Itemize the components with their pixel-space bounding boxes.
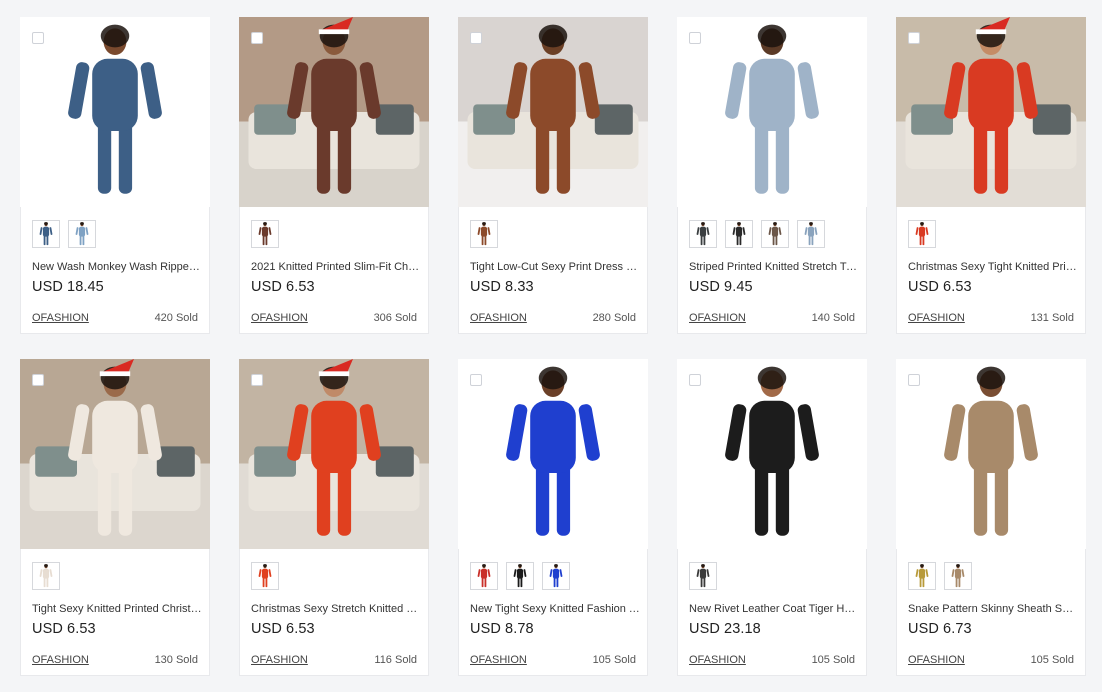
product-title[interactable]: New Rivet Leather Coat Tiger Hoodie Jack… bbox=[689, 603, 859, 615]
sold-count: 280 Sold bbox=[592, 312, 636, 324]
product-title[interactable]: 2021 Knitted Printed Slim-Fit Christmas … bbox=[251, 261, 421, 273]
product-title[interactable]: New Tight Sexy Knitted Fashion Two Piece… bbox=[470, 603, 640, 615]
product-title[interactable]: Striped Printed Knitted Stretch Two Piec… bbox=[689, 261, 859, 273]
product-image[interactable] bbox=[458, 359, 648, 549]
select-checkbox[interactable] bbox=[689, 374, 701, 386]
select-checkbox[interactable] bbox=[689, 32, 701, 44]
variant-thumbnail[interactable] bbox=[689, 562, 717, 590]
product-price: USD 6.53 bbox=[251, 621, 315, 637]
variant-thumbnails bbox=[251, 562, 279, 590]
product-card[interactable]: Tight Low-Cut Sexy Print Dress Bodycon U… bbox=[458, 17, 648, 334]
product-price: USD 23.18 bbox=[689, 621, 761, 637]
select-checkbox[interactable] bbox=[32, 374, 44, 386]
product-price: USD 6.53 bbox=[32, 621, 96, 637]
select-checkbox[interactable] bbox=[32, 32, 44, 44]
variant-thumbnail[interactable] bbox=[506, 562, 534, 590]
variant-thumbnail[interactable] bbox=[470, 562, 498, 590]
shop-link[interactable]: OFASHION bbox=[32, 312, 89, 324]
variant-thumbnail[interactable] bbox=[68, 220, 96, 248]
variant-thumbnail[interactable] bbox=[251, 562, 279, 590]
product-title[interactable]: Christmas Sexy Tight Knitted Printed Jum… bbox=[908, 261, 1078, 273]
product-image[interactable] bbox=[896, 359, 1086, 549]
select-checkbox[interactable] bbox=[470, 374, 482, 386]
shop-link[interactable]: OFASHION bbox=[689, 312, 746, 324]
product-image[interactable] bbox=[677, 17, 867, 207]
variant-thumbnail[interactable] bbox=[689, 220, 717, 248]
variant-thumbnail[interactable] bbox=[908, 562, 936, 590]
variant-thumbnails bbox=[251, 220, 279, 248]
shop-link[interactable]: OFASHION bbox=[32, 654, 89, 666]
product-title[interactable]: New Wash Monkey Wash Ripped Jumpsuit bbox=[32, 261, 202, 273]
variant-thumbnail[interactable] bbox=[470, 220, 498, 248]
variant-thumbnails bbox=[470, 220, 498, 248]
product-title[interactable]: Tight Low-Cut Sexy Print Dress Bodycon bbox=[470, 261, 640, 273]
product-card[interactable]: Christmas Sexy Tight Knitted Printed Jum… bbox=[896, 17, 1086, 334]
product-title[interactable]: Christmas Sexy Stretch Knitted Printed R… bbox=[251, 603, 421, 615]
product-card[interactable]: Christmas Sexy Stretch Knitted Printed R… bbox=[239, 359, 429, 676]
sold-count: 116 Sold bbox=[374, 654, 417, 666]
variant-thumbnail[interactable] bbox=[761, 220, 789, 248]
variant-thumbnails bbox=[32, 562, 60, 590]
variant-thumbnails bbox=[470, 562, 570, 590]
shop-link[interactable]: OFASHION bbox=[470, 654, 527, 666]
shop-link[interactable]: OFASHION bbox=[251, 654, 308, 666]
product-price: USD 6.73 bbox=[908, 621, 972, 637]
sold-count: 131 Sold bbox=[1030, 312, 1074, 324]
shop-link[interactable]: OFASHION bbox=[908, 312, 965, 324]
product-image[interactable] bbox=[20, 359, 210, 549]
variant-thumbnail[interactable] bbox=[725, 220, 753, 248]
product-grid: New Wash Monkey Wash Ripped Jumpsuit USD… bbox=[20, 17, 1086, 676]
product-image[interactable] bbox=[20, 17, 210, 207]
select-checkbox[interactable] bbox=[908, 32, 920, 44]
variant-thumbnail[interactable] bbox=[32, 220, 60, 248]
sold-count: 306 Sold bbox=[373, 312, 417, 324]
product-title[interactable]: Snake Pattern Skinny Sheath Sexy Dress bbox=[908, 603, 1078, 615]
variant-thumbnail[interactable] bbox=[542, 562, 570, 590]
sold-count: 130 Sold bbox=[154, 654, 198, 666]
variant-thumbnail[interactable] bbox=[251, 220, 279, 248]
variant-thumbnails bbox=[32, 220, 96, 248]
variant-thumbnails bbox=[689, 562, 717, 590]
product-card[interactable]: Tight Sexy Knitted Printed Christmas Jum… bbox=[20, 359, 210, 676]
shop-link[interactable]: OFASHION bbox=[689, 654, 746, 666]
product-image[interactable] bbox=[239, 17, 429, 207]
product-price: USD 8.78 bbox=[470, 621, 534, 637]
shop-link[interactable]: OFASHION bbox=[251, 312, 308, 324]
select-checkbox[interactable] bbox=[908, 374, 920, 386]
product-image[interactable] bbox=[677, 359, 867, 549]
product-price: USD 6.53 bbox=[908, 279, 972, 295]
variant-thumbnails bbox=[908, 220, 936, 248]
shop-link[interactable]: OFASHION bbox=[908, 654, 965, 666]
sold-count: 420 Sold bbox=[154, 312, 198, 324]
sold-count: 140 Sold bbox=[811, 312, 855, 324]
product-price: USD 18.45 bbox=[32, 279, 104, 295]
product-price: USD 9.45 bbox=[689, 279, 753, 295]
product-price: USD 6.53 bbox=[251, 279, 315, 295]
variant-thumbnail[interactable] bbox=[908, 220, 936, 248]
product-image[interactable] bbox=[239, 359, 429, 549]
product-card[interactable]: Snake Pattern Skinny Sheath Sexy Dress U… bbox=[896, 359, 1086, 676]
product-card[interactable]: 2021 Knitted Printed Slim-Fit Christmas … bbox=[239, 17, 429, 334]
select-checkbox[interactable] bbox=[251, 374, 263, 386]
variant-thumbnail[interactable] bbox=[944, 562, 972, 590]
shop-link[interactable]: OFASHION bbox=[470, 312, 527, 324]
sold-count: 105 Sold bbox=[1030, 654, 1074, 666]
product-card[interactable]: New Rivet Leather Coat Tiger Hoodie Jack… bbox=[677, 359, 867, 676]
sold-count: 105 Sold bbox=[592, 654, 636, 666]
product-title[interactable]: Tight Sexy Knitted Printed Christmas Jum… bbox=[32, 603, 202, 615]
variant-thumbnail[interactable] bbox=[32, 562, 60, 590]
product-image[interactable] bbox=[896, 17, 1086, 207]
product-card[interactable]: Striped Printed Knitted Stretch Two Piec… bbox=[677, 17, 867, 334]
variant-thumbnails bbox=[908, 562, 972, 590]
product-card[interactable]: New Tight Sexy Knitted Fashion Two Piece… bbox=[458, 359, 648, 676]
variant-thumbnails bbox=[689, 220, 825, 248]
select-checkbox[interactable] bbox=[251, 32, 263, 44]
select-checkbox[interactable] bbox=[470, 32, 482, 44]
sold-count: 105 Sold bbox=[811, 654, 855, 666]
product-image[interactable] bbox=[458, 17, 648, 207]
product-price: USD 8.33 bbox=[470, 279, 534, 295]
variant-thumbnail[interactable] bbox=[797, 220, 825, 248]
product-card[interactable]: New Wash Monkey Wash Ripped Jumpsuit USD… bbox=[20, 17, 210, 334]
